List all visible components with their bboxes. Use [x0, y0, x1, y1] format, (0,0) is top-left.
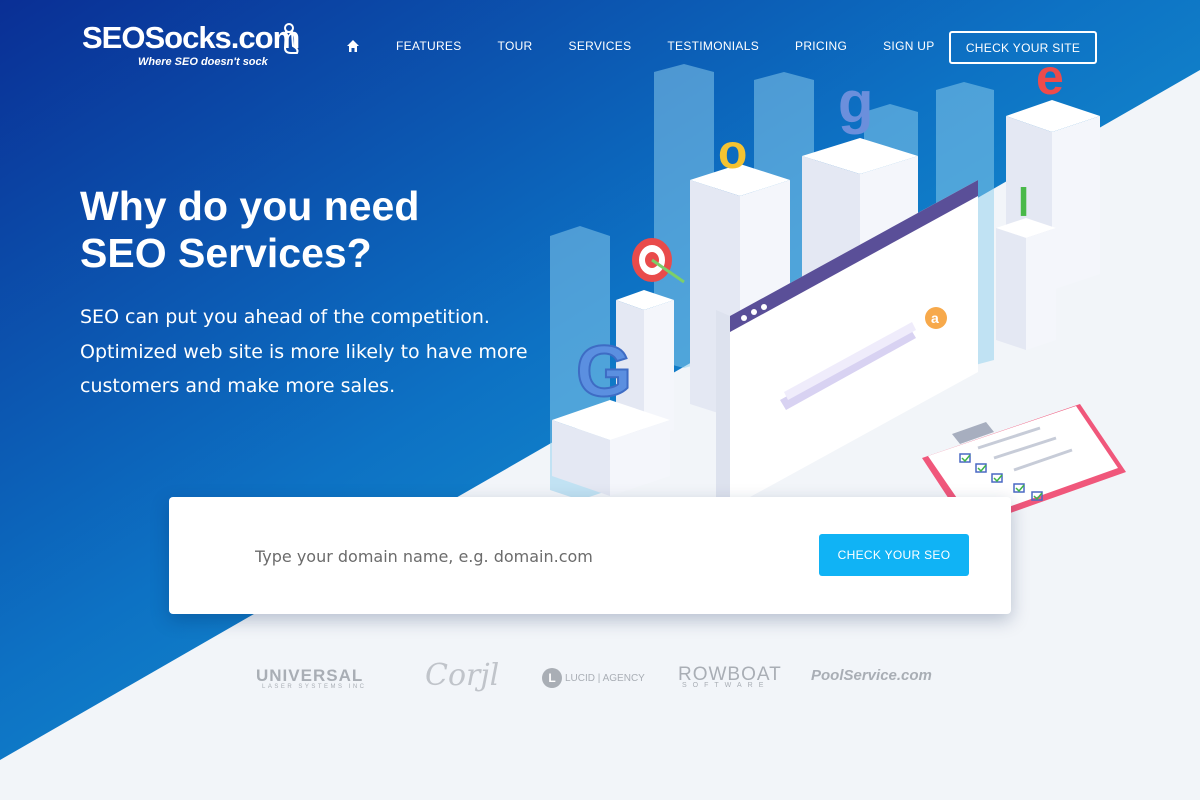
- partner-subtitle: LASER SYSTEMS INC: [262, 684, 367, 690]
- letter-g-icon: G: [576, 332, 632, 412]
- seo-illustration: G o g l e a: [550, 60, 1126, 528]
- partner-subtitle: SOFTWARE: [682, 682, 770, 689]
- nav-sign-up[interactable]: SIGN UP: [883, 39, 934, 53]
- hero-subtitle-line: SEO can put you ahead of the competition…: [80, 306, 490, 328]
- main-menu: FEATURES TOUR SERVICES TESTIMONIALS PRIC…: [346, 39, 971, 53]
- partner-subtitle: LUCID | AGENCY: [565, 672, 645, 684]
- sock-mascot-icon: [283, 23, 299, 54]
- partner-name: UNIVERSAL: [256, 666, 364, 685]
- top-navigation: SEOSocks.com Where SEO doesn't sock FEAT…: [0, 0, 1200, 95]
- partner-logo-lucid: L LUCID | AGENCY: [542, 668, 645, 688]
- hero-title-line: SEO Services?: [80, 230, 372, 276]
- nav-tour[interactable]: TOUR: [498, 39, 533, 53]
- partner-logo-poolservice: PoolService.com: [811, 667, 932, 684]
- check-your-seo-button[interactable]: CHECK YOUR SEO: [819, 534, 969, 576]
- hero-subtitle: SEO can put you ahead of the competition…: [80, 300, 550, 404]
- partner-logo-universal: UNIVERSAL LASER SYSTEMS INC: [256, 666, 367, 690]
- partner-logo-rowboat: ROWBOAT SOFTWARE: [678, 664, 782, 689]
- white-column: [552, 400, 670, 496]
- hero-title-line: Why do you need: [80, 183, 420, 229]
- check-your-site-button[interactable]: CHECK YOUR SITE: [949, 31, 1097, 64]
- letter-l-icon: l: [1018, 181, 1029, 225]
- brand-tagline: Where SEO doesn't sock: [138, 56, 268, 68]
- partner-logo-corjl: Corjl: [425, 658, 499, 693]
- domain-search-input[interactable]: [253, 537, 777, 575]
- letter-o-icon: o: [718, 126, 747, 179]
- nav-testimonials[interactable]: TESTIMONIALS: [667, 39, 759, 53]
- home-icon[interactable]: [346, 39, 360, 53]
- search-key-label: a: [931, 310, 939, 326]
- hero-subtitle-line: Optimized web site is more likely to hav…: [80, 340, 528, 363]
- nav-services[interactable]: SERVICES: [569, 39, 632, 53]
- nav-pricing[interactable]: PRICING: [795, 39, 847, 53]
- partner-name: PoolService.com: [811, 667, 932, 684]
- partner-name: Corjl: [425, 658, 500, 693]
- domain-search-card: CHECK YOUR SEO: [169, 497, 1011, 614]
- white-column: [996, 218, 1056, 350]
- hero-subtitle-line: customers and make more sales.: [80, 375, 396, 397]
- brand-name: SEOSocks.com: [82, 20, 300, 55]
- lucid-l-icon: L: [542, 668, 562, 688]
- hero-title: Why do you need SEO Services?: [80, 183, 419, 277]
- brand-logo[interactable]: SEOSocks.com Where SEO doesn't sock: [82, 20, 300, 68]
- nav-features[interactable]: FEATURES: [396, 39, 462, 53]
